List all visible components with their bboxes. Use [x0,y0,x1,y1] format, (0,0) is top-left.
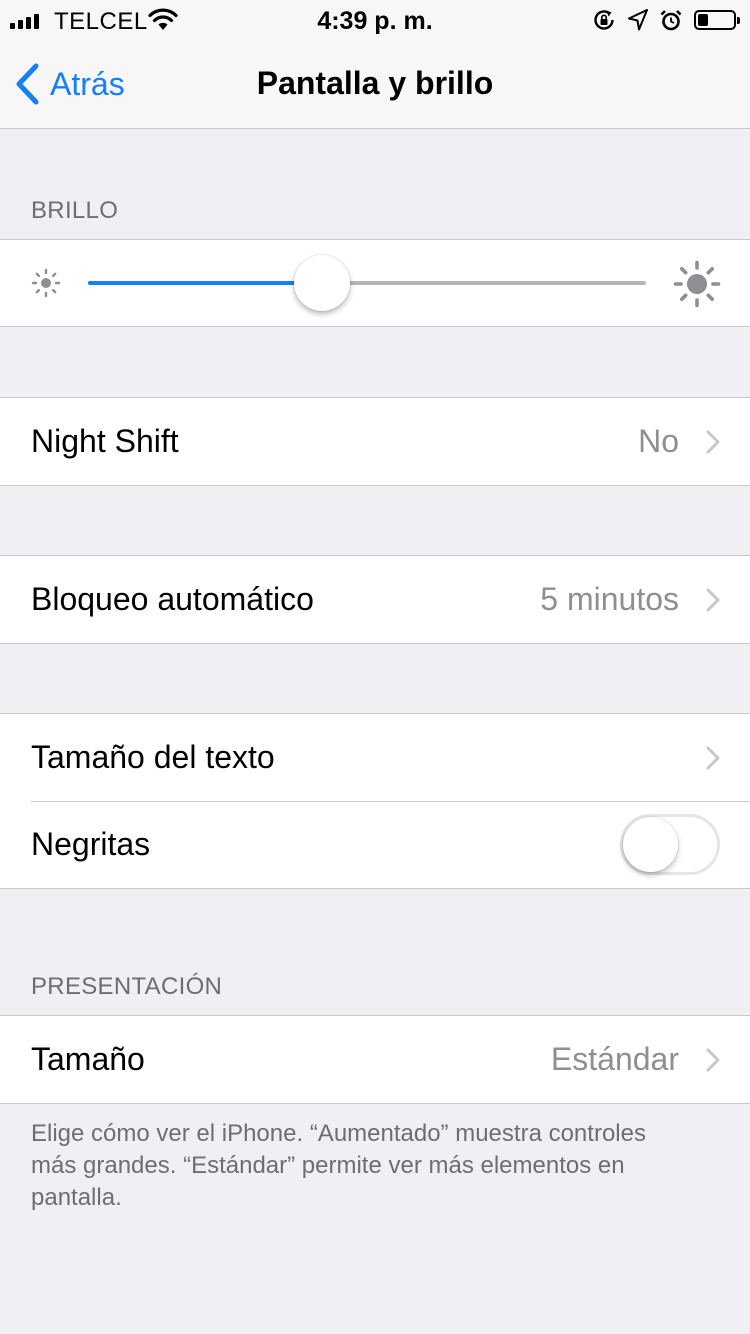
chevron-right-icon [706,746,720,769]
sun-large-icon [673,260,721,308]
auto-lock-group: Bloqueo automático 5 minutos [0,555,750,644]
sun-small-icon [31,268,61,298]
night-shift-label: Night Shift [31,423,179,459]
brightness-group [0,239,750,327]
text-size-row[interactable]: Tamaño del texto [0,714,750,801]
chevron-right-icon [706,1048,720,1071]
auto-lock-row[interactable]: Bloqueo automático 5 minutos [0,556,750,643]
display-zoom-label: Tamaño [31,1041,145,1077]
display-zoom-group: Tamaño Estándar [0,1015,750,1104]
bold-text-toggle[interactable] [620,814,720,875]
brightness-slider-fill [88,281,323,285]
bold-text-row: Negritas [0,801,750,888]
text-group: Tamaño del texto Negritas [0,713,750,889]
night-shift-value: No [638,423,679,459]
text-size-label: Tamaño del texto [31,739,275,775]
location-icon [628,9,648,31]
display-zoom-row[interactable]: Tamaño Estándar [0,1016,750,1103]
status-bar: TELCEL 4:39 p. m. [0,0,750,40]
night-shift-group: Night Shift No [0,397,750,486]
auto-lock-value: 5 minutos [540,581,679,617]
section-header-brightness: BRILLO [31,197,119,224]
display-zoom-footer: Elige cómo ver el iPhone. “Aumentado” mu… [31,1120,646,1211]
chevron-right-icon [706,430,720,453]
section-header-display-zoom: PRESENTACIÓN [31,973,223,1000]
bold-text-label: Negritas [31,826,151,862]
page-title: Pantalla y brillo [256,65,494,101]
night-shift-row[interactable]: Night Shift No [0,398,750,485]
auto-lock-label: Bloqueo automático [31,581,314,617]
navigation-bar: Atrás Pantalla y brillo [0,40,750,129]
brightness-slider[interactable] [88,255,646,311]
bold-text-toggle-knob [623,817,678,872]
alarm-icon [660,10,682,31]
brightness-slider-thumb[interactable] [294,255,351,311]
rotation-lock-icon [594,10,614,30]
chevron-right-icon [706,588,720,611]
display-zoom-value: Estándar [550,1041,679,1077]
brightness-row [0,240,750,326]
battery-icon [694,10,740,30]
